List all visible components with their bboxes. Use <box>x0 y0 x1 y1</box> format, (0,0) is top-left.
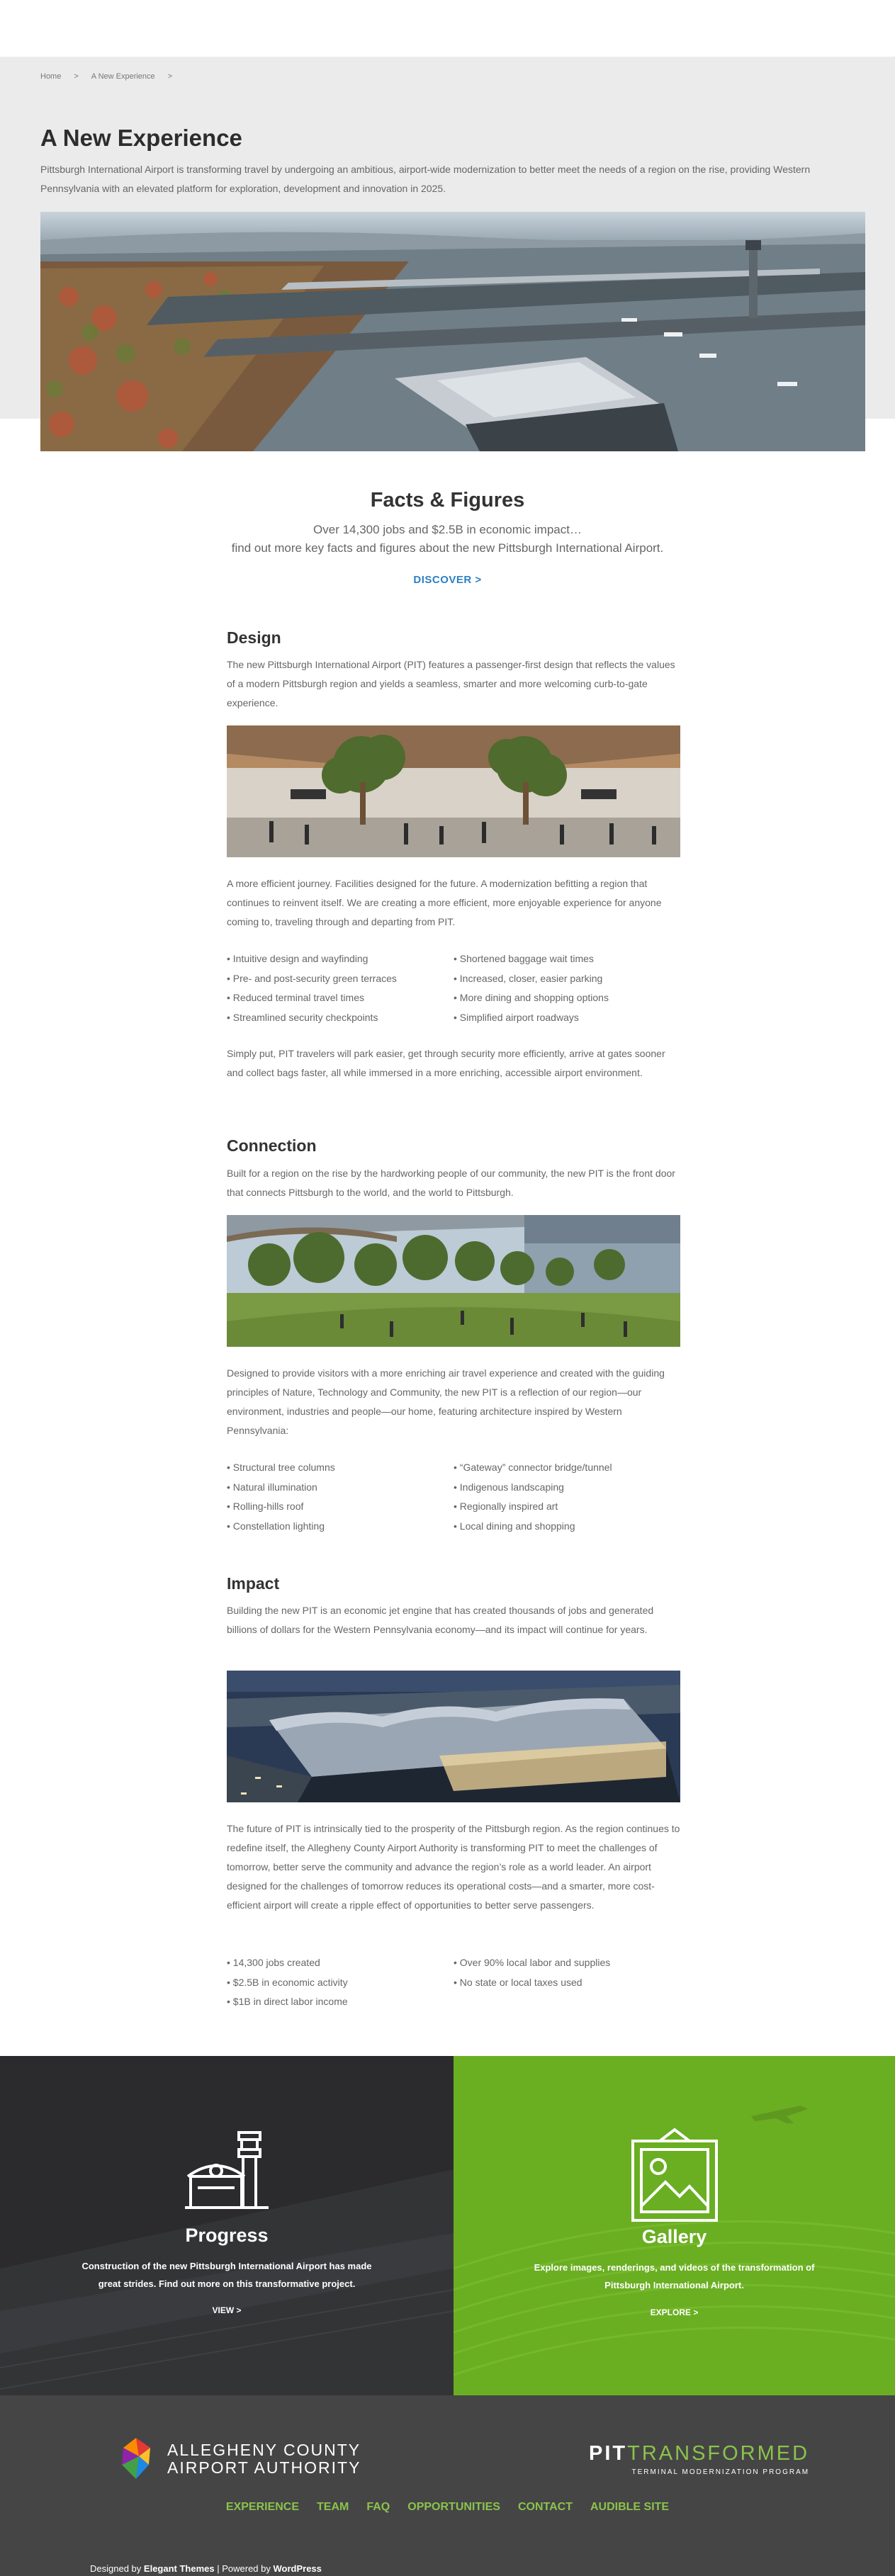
transformed-wordmark: TRANSFORMED <box>627 2442 810 2465</box>
list-item: • No state or local taxes used <box>454 1976 582 1988</box>
pit-tagline: TERMINAL MODERNIZATION PROGRAM <box>631 2468 810 2476</box>
feature-cards: Progress Construction of the new Pittsbu… <box>0 2056 895 2395</box>
design-summary-text: Simply put, PIT travelers will park easi… <box>227 1048 665 1078</box>
footer-link-contact[interactable]: CONTACT <box>518 2501 573 2514</box>
list-item: • Rolling-hills roof <box>227 1501 304 1512</box>
footer-link-faq[interactable]: FAQ <box>366 2501 390 2514</box>
list-item: • Over 90% local labor and supplies <box>454 1957 611 1968</box>
progress-text: Construction of the new Pittsburgh Inter… <box>81 2261 372 2289</box>
list-item: • Reduced terminal travel times <box>227 992 364 1003</box>
impact-description: The future of PIT is intrinsically tied … <box>227 1823 680 1911</box>
green-terrace-image <box>227 1215 680 1347</box>
progress-card[interactable]: Progress Construction of the new Pittsbu… <box>0 2056 454 2395</box>
list-item: • $2.5B in economic activity <box>227 1976 348 1988</box>
list-item: • Constellation lighting <box>227 1520 325 1532</box>
design-efficiency-text: A more efficient journey. Facilities des… <box>227 878 662 927</box>
list-item: • 14,300 jobs created <box>227 1957 320 1968</box>
wordpress-link[interactable]: WordPress <box>274 2563 322 2574</box>
facts-description: find out more key facts and figures abou… <box>231 541 664 555</box>
control-tower-icon <box>181 2127 273 2219</box>
credit-mid: | Powered by <box>217 2563 271 2574</box>
site-header <box>0 0 895 57</box>
list-item: • Local dining and shopping <box>454 1520 575 1532</box>
list-item: • “Gateway” connector bridge/tunnel <box>454 1462 612 1473</box>
list-item: • Streamlined security checkpoints <box>227 1011 378 1023</box>
impact-stats-list: • 14,300 jobs created • $2.5B in economi… <box>227 1953 680 2012</box>
acaa-name-line2: AIRPORT AUTHORITY <box>167 2458 361 2477</box>
breadcrumb-separator: > <box>74 72 79 81</box>
list-item: • Structural tree columns <box>227 1462 335 1473</box>
list-item: • Pre- and post-security green terraces <box>227 972 397 984</box>
gallery-title: Gallery <box>641 2226 707 2247</box>
list-item: • $1B in direct labor income <box>227 1996 348 2007</box>
explore-gallery-link[interactable]: EXPLORE > <box>454 2307 895 2317</box>
gallery-card[interactable]: Gallery Explore images, renderings, and … <box>454 2056 895 2395</box>
breadcrumb-home[interactable]: Home <box>40 72 61 81</box>
design-intro: The new Pittsburgh International Airport… <box>227 659 675 708</box>
footer-link-team[interactable]: TEAM <box>317 2501 349 2514</box>
footer-link-opportunities[interactable]: OPPORTUNITIES <box>407 2501 500 2514</box>
list-item: • Intuitive design and wayfinding <box>227 953 368 964</box>
view-progress-link[interactable]: VIEW > <box>0 2305 454 2315</box>
facts-subtitle: Over 14,300 jobs and $2.5B in economic i… <box>313 523 582 536</box>
gallery-text: Explore images, renderings, and videos o… <box>534 2262 815 2290</box>
connection-feature-list: • Structural tree columns • Natural illu… <box>227 1458 680 1536</box>
pit-transformed-logo[interactable]: PITTRANSFORMED TERMINAL MODERNIZATION PR… <box>589 2442 809 2476</box>
picture-icon <box>629 2127 721 2230</box>
design-feature-list: • Intuitive design and wayfinding • Pre-… <box>227 949 680 1027</box>
elegant-themes-link[interactable]: Elegant Themes <box>144 2563 215 2574</box>
facts-title: Facts & Figures <box>370 489 525 512</box>
progress-title: Progress <box>185 2225 269 2246</box>
terminal-exterior-image <box>227 1671 680 1802</box>
footer-link-audible-site[interactable]: AUDIBLE SITE <box>590 2501 669 2514</box>
airport-aerial-image <box>40 212 865 451</box>
acaa-logo[interactable]: ALLEGHENY COUNTY AIRPORT AUTHORITY <box>118 2435 361 2483</box>
credit-prefix: Designed by <box>90 2563 142 2574</box>
footer-nav: EXPERIENCE TEAM FAQ OPPORTUNITIES CONTAC… <box>0 2501 895 2514</box>
list-item: • Natural illumination <box>227 1481 317 1493</box>
footer-credit: Designed by Elegant Themes | Powered by … <box>90 2563 322 2574</box>
connection-description: Designed to provide visitors with a more… <box>227 1367 665 1436</box>
footer-link-experience[interactable]: EXPERIENCE <box>226 2501 299 2514</box>
page-title: A New Experience <box>40 125 242 151</box>
acaa-emblem-icon <box>122 2438 150 2479</box>
list-item: • More dining and shopping options <box>454 992 609 1003</box>
acaa-name-line1: ALLEGHENY COUNTY <box>167 2441 361 2459</box>
pit-wordmark: PIT <box>589 2442 628 2465</box>
connection-heading: Connection <box>227 1136 317 1155</box>
discover-link[interactable]: DISCOVER > <box>0 574 895 586</box>
breadcrumb-current[interactable]: A New Experience <box>91 72 155 81</box>
list-item: • Shortened baggage wait times <box>454 953 594 964</box>
list-item: • Regionally inspired art <box>454 1501 558 1512</box>
list-item: • Simplified airport roadways <box>454 1011 579 1023</box>
impact-heading: Impact <box>227 1574 280 1593</box>
terminal-interior-image <box>227 725 680 857</box>
connection-intro: Built for a region on the rise by the ha… <box>227 1168 675 1198</box>
impact-intro: Building the new PIT is an economic jet … <box>227 1605 654 1635</box>
list-item: • Indigenous landscaping <box>454 1481 564 1493</box>
breadcrumb-separator: > <box>167 72 173 81</box>
intro-text: Pittsburgh International Airport is tran… <box>40 164 811 194</box>
list-item: • Increased, closer, easier parking <box>454 972 603 984</box>
site-footer: ALLEGHENY COUNTY AIRPORT AUTHORITY PITTR… <box>0 2395 895 2576</box>
design-heading: Design <box>227 628 281 647</box>
breadcrumb: Home > A New Experience > <box>40 72 185 81</box>
